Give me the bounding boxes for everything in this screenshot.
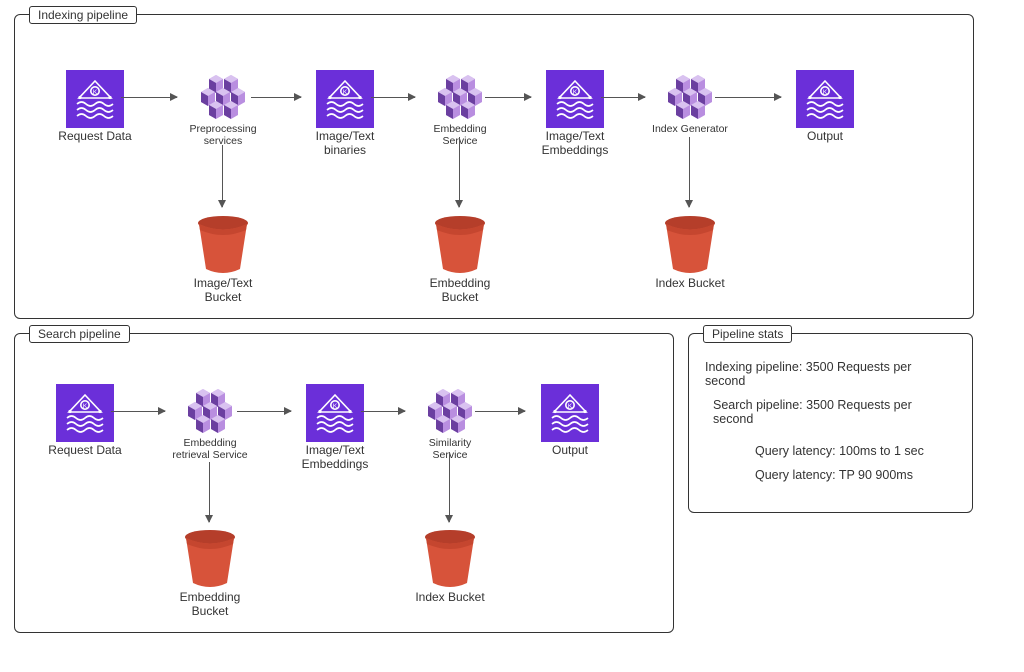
label: Image/Text Bucket <box>183 277 263 305</box>
stats-indexing-rps: Indexing pipeline: 3500 Requests per sec… <box>705 360 958 388</box>
kinesis-icon <box>66 70 124 128</box>
stats-title: Pipeline stats <box>703 325 792 343</box>
stats-search-rps: Search pipeline: 3500 Requests per secon… <box>705 398 958 426</box>
pipeline-stats-panel: Pipeline stats Indexing pipeline: 3500 R… <box>688 333 973 513</box>
label: Index Generator <box>652 123 728 135</box>
kinesis-icon <box>796 70 854 128</box>
service-cluster-icon <box>430 75 490 121</box>
arrow-icon <box>449 452 450 522</box>
label: Index Bucket <box>655 277 724 291</box>
bucket-icon <box>432 215 488 275</box>
kinesis-icon <box>306 384 364 442</box>
indexing-embedding-service: Embedding Service <box>420 75 500 147</box>
indexing-binaries: Image/Text binaries <box>305 70 385 158</box>
indexing-preprocessing-service: Preprocessing services <box>183 75 263 147</box>
search-embedding-retrieval-service: Embedding retrieval Service <box>170 389 250 461</box>
arrow-icon <box>601 97 645 98</box>
search-index-bucket: Index Bucket <box>410 529 490 605</box>
label: Embedding Bucket <box>170 591 250 619</box>
service-cluster-icon <box>180 389 240 435</box>
search-pipeline-panel: Search pipeline Request Data Embedding r… <box>14 333 674 633</box>
label: Image/Text binaries <box>305 130 385 158</box>
arrow-icon <box>361 411 405 412</box>
label: Output <box>807 130 843 144</box>
search-output: Output <box>530 384 610 458</box>
service-cluster-icon <box>420 389 480 435</box>
indexing-image-text-bucket: Image/Text Bucket <box>183 215 263 305</box>
arrow-icon <box>371 97 415 98</box>
label: Embedding Service <box>420 123 500 147</box>
indexing-embedding-bucket: Embedding Bucket <box>420 215 500 305</box>
label: Image/Text Embeddings <box>535 130 615 158</box>
label: Request Data <box>58 130 131 144</box>
search-embeddings: Image/Text Embeddings <box>295 384 375 472</box>
stats-latency-range: Query latency: 100ms to 1 sec <box>705 444 958 458</box>
label: Preprocessing services <box>183 123 263 147</box>
indexing-index-bucket: Index Bucket <box>650 215 730 291</box>
arrow-icon <box>475 411 525 412</box>
indexing-index-generator: Index Generator <box>650 75 730 135</box>
arrow-icon <box>209 462 210 522</box>
indexing-embeddings: Image/Text Embeddings <box>535 70 615 158</box>
arrow-icon <box>485 97 531 98</box>
label: Similarity Service <box>410 437 490 461</box>
stats-latency-tp90: Query latency: TP 90 900ms <box>705 468 958 482</box>
arrow-icon <box>222 145 223 207</box>
arrow-icon <box>459 137 460 207</box>
search-request-data: Request Data <box>45 384 125 458</box>
indexing-output: Output <box>785 70 865 144</box>
arrow-icon <box>689 137 690 207</box>
arrow-icon <box>237 411 291 412</box>
label: Image/Text Embeddings <box>295 444 375 472</box>
label: Embedding retrieval Service <box>170 437 250 461</box>
bucket-icon <box>422 529 478 589</box>
label: Output <box>552 444 588 458</box>
service-cluster-icon <box>193 75 253 121</box>
kinesis-icon <box>541 384 599 442</box>
arrow-icon <box>111 411 165 412</box>
indexing-title: Indexing pipeline <box>29 6 137 24</box>
indexing-request-data: Request Data <box>55 70 135 144</box>
bucket-icon <box>195 215 251 275</box>
kinesis-icon <box>316 70 374 128</box>
label: Request Data <box>48 444 121 458</box>
kinesis-icon <box>56 384 114 442</box>
search-title: Search pipeline <box>29 325 130 343</box>
arrow-icon <box>121 97 177 98</box>
bucket-icon <box>662 215 718 275</box>
service-cluster-icon <box>660 75 720 121</box>
label: Embedding Bucket <box>420 277 500 305</box>
kinesis-icon <box>546 70 604 128</box>
arrow-icon <box>715 97 781 98</box>
indexing-pipeline-panel: Indexing pipeline Request Data Preproces… <box>14 14 974 319</box>
search-similarity-service: Similarity Service <box>410 389 490 461</box>
search-embedding-bucket: Embedding Bucket <box>170 529 250 619</box>
label: Index Bucket <box>415 591 484 605</box>
arrow-icon <box>251 97 301 98</box>
bucket-icon <box>182 529 238 589</box>
